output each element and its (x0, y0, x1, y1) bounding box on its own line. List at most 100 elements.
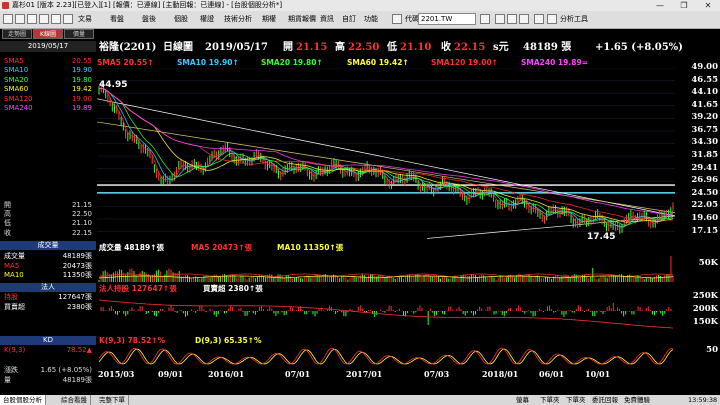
legend-entry: SMA240 19.89= (521, 58, 588, 67)
maximize-button[interactable]: ❐ (676, 0, 692, 11)
volume-row-value: 20473張 (62, 261, 92, 270)
list-icon[interactable] (519, 14, 529, 24)
menu-item[interactable]: 文易 (78, 14, 92, 25)
legend-entry: SMA10 19.90↑ (177, 58, 239, 67)
status-item[interactable]: 下單夾 (566, 395, 586, 405)
change-row-value: 48189張 (62, 375, 92, 384)
status-item[interactable]: 螢幕 (516, 395, 529, 405)
sma-row-label: SMA120 (4, 94, 33, 103)
analysis-tools-menu[interactable]: 分析工具 (560, 14, 588, 25)
clock: 13:59:38 (688, 396, 718, 404)
price-tick-label: 44.10 (691, 87, 718, 98)
kd-section-title: KD (0, 336, 96, 345)
tab-price-volume[interactable]: 價量 (64, 29, 94, 39)
sma-row: SMA20 19.80 (2, 76, 94, 85)
menu-item[interactable]: 功能 (364, 14, 378, 25)
kd-row-value: 78.52▲ (66, 346, 92, 354)
x-tick-label: 07/01 (285, 369, 311, 379)
dropdown-icon[interactable] (480, 14, 490, 24)
volume-value: 48189 張 (523, 42, 572, 53)
menu-item[interactable]: 期貨報價 (288, 14, 316, 25)
ohlc-row: 高 22.50 (2, 210, 94, 219)
legend-entry: D(9,3) 65.35↑% (195, 336, 262, 345)
ohlc-row-label: 高 (4, 210, 11, 219)
sma-row-value: 19.80 (71, 75, 92, 84)
open-value: 21.15 (296, 42, 328, 53)
change-row-label: 量 (4, 375, 11, 384)
star-icon[interactable] (392, 14, 402, 24)
status-item[interactable]: 免費體驗 (624, 395, 650, 405)
close-button[interactable]: ✕ (700, 0, 716, 11)
inst-axis: 250K 200K 150K (675, 290, 720, 334)
menu-item[interactable]: 盤後 (142, 14, 156, 25)
x-tick-label: 10/01 (585, 369, 611, 379)
cursor-icon[interactable] (534, 14, 544, 24)
price-unit: s元 (493, 42, 509, 53)
search-icon[interactable] (495, 14, 505, 24)
back-icon[interactable] (15, 14, 25, 24)
chart-type: 日線圖 (163, 42, 193, 53)
menu-item[interactable]: 技術分析 (224, 14, 252, 25)
save-icon[interactable] (51, 14, 61, 24)
quote-header: 裕隆(2201) 日線圖 2019/05/17 開 21.15 高 22.50 … (97, 40, 720, 56)
inst-row: 買賣超 2380張 (2, 303, 94, 312)
volume-chart[interactable] (97, 253, 675, 282)
status-item[interactable]: 下單夾 (540, 395, 560, 405)
volume-tick-50k: 50K (698, 258, 718, 268)
menu-item[interactable]: 個股 (174, 14, 188, 25)
x-tick-label: 07/03 (424, 369, 450, 379)
inst-row-value: 127647張 (58, 293, 92, 301)
menu-item[interactable]: 自訂 (342, 14, 356, 25)
price-tick-label: 46.55 (691, 74, 718, 85)
legend-entry: SMA5 20.55↑ (97, 58, 154, 67)
menu-item[interactable]: 看盤 (110, 14, 124, 25)
home-icon[interactable] (3, 14, 13, 24)
sma-line (98, 87, 674, 226)
status-tab[interactable]: 綜合看盤 (58, 395, 91, 405)
inst-tick-250k: 250K (692, 291, 718, 301)
status-tab[interactable]: 台股個股分析 (0, 395, 46, 405)
high-value: 22.50 (348, 42, 380, 53)
sma-line (98, 87, 674, 229)
sma-row-value: 20.55 (71, 57, 92, 65)
settings-icon[interactable] (63, 14, 73, 24)
refresh-icon[interactable] (27, 14, 37, 24)
inst-row-label: 買賣超 (4, 302, 25, 311)
volume-row-value: 48189張 (62, 252, 92, 260)
legend-entry: 買賣超 2380↑張 (203, 284, 263, 293)
sma-row: SMA10 19.90 (2, 66, 94, 75)
chart-icon[interactable] (507, 14, 517, 24)
tools-icon[interactable] (547, 14, 557, 24)
status-tab[interactable]: 完整下單 (96, 395, 129, 405)
ohlc-row-value: 21.15 (71, 201, 92, 209)
symbol-input[interactable] (418, 13, 476, 25)
price-chart[interactable]: 44.95 17.45 (97, 68, 675, 240)
tab-kline[interactable]: K線圖 (33, 29, 63, 39)
open-label: 開 (283, 42, 293, 53)
menu-item[interactable]: 資訊 (320, 14, 334, 25)
minimize-button[interactable]: — (652, 0, 668, 11)
tab-trend[interactable]: 走勢圖 (2, 29, 32, 39)
close-value: 22.15 (454, 42, 486, 53)
status-bar: 台股個股分析 綜合看盤 完整下單 螢幕 下單夾 下單夾 委託回報 免費體驗 13:59:38 (0, 395, 720, 405)
left-panel-tabs: 走勢圖 K線圖 價量 (0, 29, 96, 39)
change-value: +1.65 (+8.05%) (595, 42, 683, 53)
kd-chart[interactable] (97, 346, 675, 366)
print-icon[interactable] (39, 14, 49, 24)
x-tick-label: 06/01 (539, 369, 565, 379)
menu-item[interactable]: 權證 (200, 14, 214, 25)
volume-row-label: MA5 (4, 261, 20, 270)
sma-row-value: 19.42 (71, 85, 92, 94)
inst-chart[interactable] (97, 294, 675, 334)
sma-row-label: SMA60 (4, 85, 29, 94)
sma-line (98, 87, 674, 216)
volume-section-title: 成交量 (0, 241, 96, 250)
x-tick-label: 09/01 (158, 369, 184, 379)
app-icon (2, 2, 9, 9)
sma-line (98, 87, 674, 223)
volume-row-value: 11350張 (62, 271, 92, 279)
ohlc-row: 收 22.15 (2, 229, 94, 238)
kd-axis: 50 (675, 344, 720, 366)
menu-item[interactable]: 期權 (262, 14, 276, 25)
status-item[interactable]: 委託回報 (592, 395, 618, 405)
